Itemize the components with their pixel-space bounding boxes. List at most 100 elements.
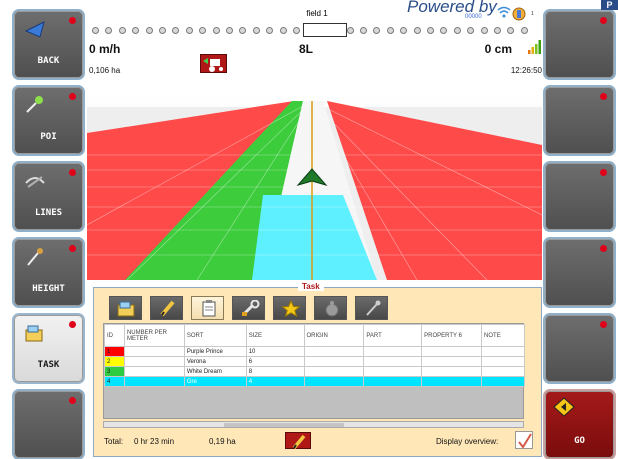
table-cell-size: 6 [245, 356, 305, 367]
line-dot [212, 27, 220, 34]
status-dot [600, 321, 607, 328]
table-header-row: ID NUMBER PER METER SORT SIZE ORIGIN PAR… [104, 324, 525, 347]
poi-button[interactable]: POI [12, 85, 85, 156]
column-header[interactable]: NUMBER PER METER [123, 324, 185, 347]
tab-digging[interactable] [355, 296, 388, 320]
table-cell-sort: White Dream [183, 366, 247, 377]
line-dot [118, 27, 126, 34]
deviation-readout: 0 cm [484, 42, 512, 56]
task-panel-title: Task [298, 282, 324, 291]
satellite-icon [512, 7, 526, 21]
table-cell-sort: Verona [183, 356, 247, 367]
tab-edit[interactable] [150, 296, 183, 320]
tab-folder[interactable] [109, 296, 142, 320]
table-cell-size: 10 [245, 346, 305, 357]
line-dot [293, 27, 300, 34]
go-button[interactable]: GO [543, 389, 616, 459]
drop-icon [325, 301, 339, 317]
arrow-left-icon [24, 21, 45, 38]
table-row[interactable]: 2 Verona 6 [104, 356, 525, 367]
lines-label: LINES [34, 208, 63, 218]
task-icon [25, 325, 43, 342]
table-cell-note [481, 366, 525, 377]
status-dot [600, 93, 607, 100]
tractor-icon[interactable] [200, 54, 227, 73]
status-dot [600, 245, 607, 252]
column-header[interactable]: SIZE [245, 324, 305, 347]
column-header[interactable]: ORIGIN [303, 324, 365, 347]
task-button[interactable]: TASK [12, 313, 85, 384]
right-button-3[interactable] [543, 161, 616, 232]
right-button-4[interactable] [543, 237, 616, 308]
brand-text: Powered by [407, 0, 497, 16]
line-indicator [92, 23, 537, 37]
go-label: GO [574, 436, 585, 446]
tab-tools[interactable] [232, 296, 265, 320]
column-header[interactable]: ID [104, 324, 125, 347]
line-dot [427, 27, 434, 34]
field-3d-view[interactable] [87, 95, 542, 280]
table-cell-note [481, 356, 525, 367]
table-cell-origin [303, 346, 365, 357]
task-footer: Total: 0 hr 23 min 0,19 ha Display overv… [104, 430, 534, 455]
checkmark-icon [518, 433, 532, 449]
star-icon [281, 300, 301, 317]
line-dot [507, 27, 515, 34]
speed-readout: 0 m/h [89, 42, 121, 56]
table-cell-origin [303, 356, 365, 367]
display-overview-checkbox[interactable] [515, 431, 533, 449]
tab-liquid[interactable] [314, 296, 347, 320]
line-dot [185, 27, 193, 34]
app-screen: BACK POI LINES HEIGHT TASK GO field 1 0 … [0, 0, 618, 459]
field-title: field 1 [306, 9, 328, 18]
table-cell-prop6 [421, 366, 483, 377]
area-readout: 0,106 ha [89, 66, 121, 75]
table-row[interactable]: 3 White Dream 8 [104, 366, 525, 377]
height-button[interactable]: HEIGHT [12, 237, 85, 308]
table-cell-origin [303, 366, 365, 377]
column-header[interactable]: PART [363, 324, 423, 347]
table-cell-part [363, 376, 423, 387]
table-horizontal-scrollbar[interactable] [103, 421, 524, 428]
table-cell-prop6 [421, 346, 483, 357]
height-icon [27, 248, 43, 266]
right-button-2[interactable] [543, 85, 616, 156]
empty-left-button[interactable] [12, 389, 85, 459]
scrollbar-thumb[interactable] [224, 423, 344, 427]
go-icon [553, 397, 575, 417]
table-row[interactable]: 1 Purple Prince 10 [104, 346, 525, 357]
status-dot [600, 17, 607, 24]
tab-clipboard[interactable] [191, 296, 224, 320]
line-dot [440, 27, 448, 34]
tab-favorites[interactable] [273, 296, 306, 320]
table-row[interactable]: 4 Gre 4 [104, 376, 525, 387]
wifi-icon [497, 6, 511, 18]
pencil-icon [292, 434, 306, 450]
current-line-box [303, 23, 348, 37]
signal-icon [528, 40, 541, 54]
back-label: BACK [37, 56, 60, 66]
table-cell-note [481, 346, 525, 357]
column-header[interactable]: PROPERTY 6 [421, 324, 483, 347]
right-button-5[interactable] [543, 313, 616, 384]
line-dot [373, 27, 381, 34]
edit-task-button[interactable] [285, 432, 311, 450]
line-dot [199, 27, 207, 34]
table-cell-number [123, 366, 185, 377]
status-dot [600, 169, 607, 176]
column-header[interactable]: SORT [183, 324, 247, 347]
back-button[interactable]: BACK [12, 9, 85, 80]
column-header[interactable]: NOTE [481, 324, 525, 347]
lines-button[interactable]: LINES [12, 161, 85, 232]
line-dot [360, 27, 367, 34]
line-dot [172, 27, 180, 34]
folder-open-icon [117, 301, 135, 317]
pin-icon [26, 96, 43, 113]
line-dot [92, 27, 99, 34]
status-text: 00000 [465, 14, 482, 20]
table-cell-id: 4 [104, 376, 125, 387]
clipboard-icon [202, 300, 216, 317]
line-dot [266, 27, 274, 34]
right-button-1[interactable] [543, 9, 616, 80]
poi-label: POI [40, 132, 57, 142]
